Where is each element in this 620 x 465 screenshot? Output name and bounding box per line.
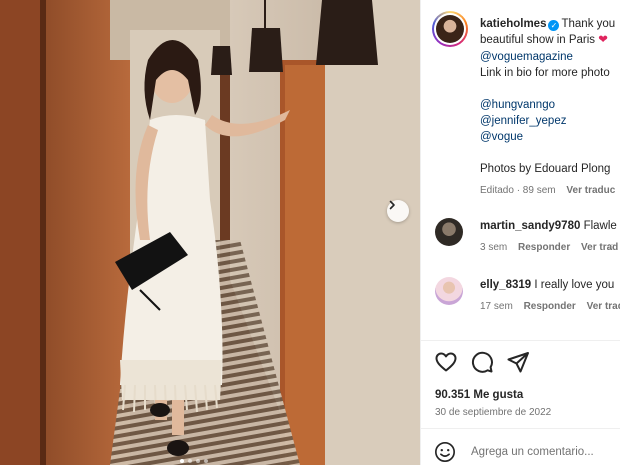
translate-caption-button[interactable]: Ver traduc	[566, 185, 615, 196]
caption-second-line: beautiful show in Paris ❤	[480, 33, 608, 47]
mention-voguemagazine[interactable]: @voguemagazine	[480, 50, 573, 64]
comment-input[interactable]	[471, 446, 620, 458]
heart-icon	[435, 352, 457, 372]
carousel-dot	[180, 459, 184, 463]
emoji-button[interactable]	[434, 441, 456, 463]
carousel-dot	[188, 459, 192, 463]
author-avatar[interactable]	[432, 11, 468, 47]
likes-count[interactable]: 90.351 Me gusta	[435, 388, 523, 402]
author-username[interactable]: katieholmes	[480, 18, 546, 30]
mention-jennifer-yepez[interactable]: @jennifer_yepez	[480, 114, 566, 128]
comment-time: 3 sem	[480, 242, 508, 253]
commenter-avatar[interactable]	[435, 277, 463, 305]
comment-button[interactable]	[470, 350, 494, 374]
carousel-next-button[interactable]	[387, 200, 409, 222]
comment-line: martin_sandy9780 Flawle	[480, 219, 617, 233]
caption-first-line: katieholmes ✓ Thank you	[480, 17, 615, 31]
send-icon	[507, 352, 529, 373]
photo-credit: Photos by Edouard Plong	[480, 163, 611, 175]
comment-icon	[471, 351, 493, 373]
like-button[interactable]	[434, 350, 458, 374]
comment-line: elly_8319 I really love you	[480, 278, 614, 292]
caption-meta: Editado · 89 sem Ver traduc	[480, 184, 615, 198]
photo-image	[0, 0, 420, 465]
comment-username[interactable]: elly_8319	[480, 279, 531, 291]
carousel-indicator	[180, 459, 208, 463]
comment-meta: 17 sem Responder Ver trad	[480, 300, 620, 314]
comment-text: Flawle	[583, 220, 617, 232]
emoji-icon	[435, 442, 455, 462]
carousel-dot	[204, 459, 208, 463]
mention-hungvanngo[interactable]: @hungvanngo	[480, 98, 555, 112]
caption-line-1: Thank you	[561, 18, 616, 30]
carousel-dot	[196, 459, 200, 463]
post-date: 30 de septiembre de 2022	[435, 407, 552, 418]
post-side-panel: katieholmes ✓ Thank you beautiful show in …	[420, 0, 620, 465]
heart-emoji: ❤	[598, 34, 608, 46]
edited-label: Editado · 89 sem	[480, 185, 556, 196]
caption-line-2: beautiful show in Paris	[480, 34, 596, 46]
share-button[interactable]	[506, 350, 530, 374]
caption-line-3: Link in bio for more photo	[480, 67, 610, 79]
comment-text: I really love you	[534, 279, 615, 291]
reply-button[interactable]: Responder	[518, 242, 570, 253]
comment-time: 17 sem	[480, 301, 513, 312]
post-photo[interactable]	[0, 0, 420, 465]
comment-like-heart-icon[interactable]: ♡	[607, 241, 614, 255]
mention-vogue[interactable]: @vogue	[480, 130, 523, 144]
caption-block: katieholmes ✓ Thank you beautiful show in …	[421, 0, 620, 340]
verified-badge-icon: ✓	[548, 20, 560, 31]
comment-username[interactable]: martin_sandy9780	[480, 220, 580, 232]
translate-comment-button[interactable]: Ver trad	[587, 301, 620, 312]
chevron-right-icon	[389, 200, 395, 210]
reply-button[interactable]: Responder	[524, 301, 576, 312]
comment-meta: 3 sem Responder Ver trad	[480, 241, 618, 255]
commenter-avatar[interactable]	[435, 218, 463, 246]
